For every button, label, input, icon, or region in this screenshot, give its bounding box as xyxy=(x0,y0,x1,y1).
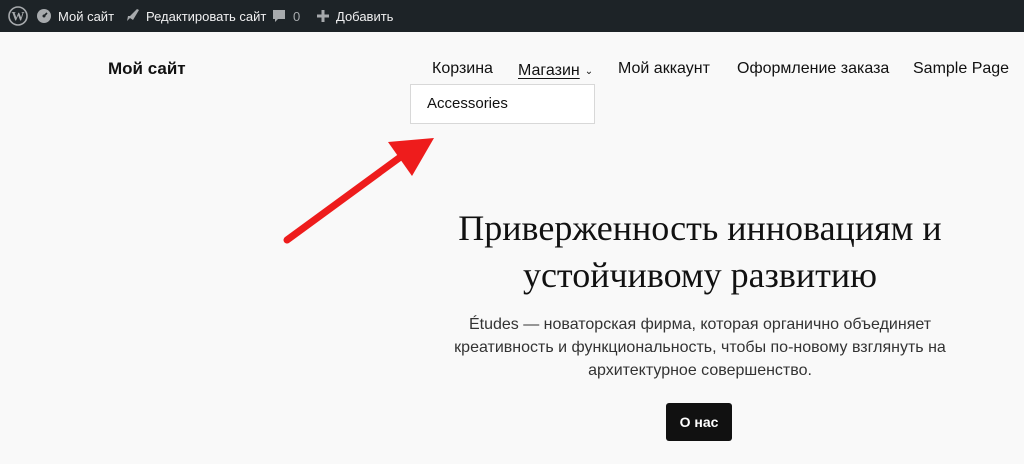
about-button[interactable]: О нас xyxy=(666,403,732,441)
admin-bar: W Мой сайт Редактировать сайт 0 Добавить xyxy=(0,0,1024,32)
shop-submenu: Accessories xyxy=(410,84,595,124)
comment-icon xyxy=(273,10,285,22)
wordpress-logo-button[interactable]: W xyxy=(2,0,34,32)
admin-site-label: Мой сайт xyxy=(58,8,115,24)
hero-description: Études — новаторская фирма, которая орга… xyxy=(454,316,946,379)
brush-icon xyxy=(127,9,139,21)
svg-text:W: W xyxy=(12,9,25,24)
hero-title: Приверженность инновациям и устойчивому … xyxy=(458,208,942,295)
nav-item-account[interactable]: Мой аккаунт xyxy=(618,60,710,82)
nav-item-cart[interactable]: Корзина xyxy=(432,60,493,82)
site-title[interactable]: Мой сайт xyxy=(108,59,186,79)
nav-item-sample-page[interactable]: Sample Page xyxy=(913,60,1009,82)
comments-count: 0 xyxy=(293,8,301,24)
nav-item-shop-label: Магазин xyxy=(518,62,580,79)
dashboard-icon xyxy=(37,9,51,23)
wordpress-icon: W xyxy=(8,6,28,26)
edit-site-label: Редактировать сайт xyxy=(146,8,267,24)
nav-item-checkout[interactable]: Оформление заказа xyxy=(737,60,889,82)
nav-item-shop[interactable]: Магазин ⌄ xyxy=(518,60,593,82)
comments-link[interactable]: 0 xyxy=(271,0,300,32)
add-new-link[interactable]: Добавить xyxy=(316,0,393,32)
submenu-item-accessories[interactable]: Accessories xyxy=(427,95,508,112)
annotation-arrow-icon xyxy=(283,138,434,244)
add-new-label: Добавить xyxy=(336,8,394,24)
plus-icon xyxy=(317,10,329,22)
edit-site-link[interactable]: Редактировать сайт xyxy=(124,0,266,32)
admin-site-link[interactable]: Мой сайт xyxy=(36,0,114,32)
chevron-down-icon[interactable]: ⌄ xyxy=(585,66,593,77)
